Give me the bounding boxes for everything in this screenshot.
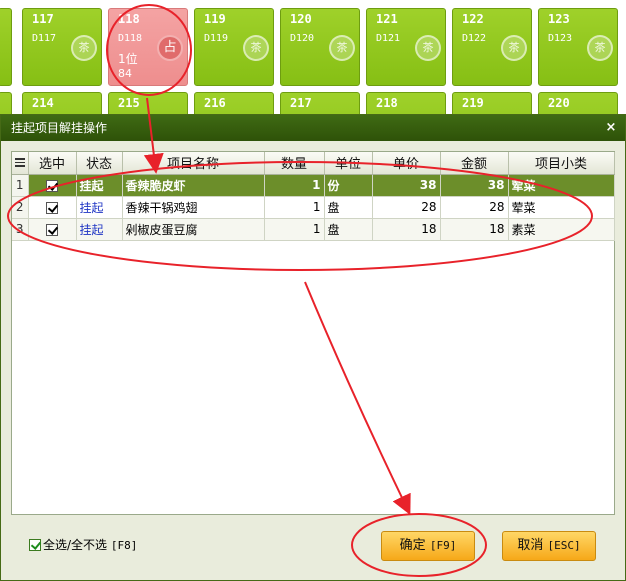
- table-code: D121: [376, 33, 401, 44]
- row-number: 1: [12, 174, 29, 197]
- table-number: 216: [204, 96, 226, 110]
- items-grid: 选中 状态 项目名称 数量 单位 单价 金额 项目小类 1 挂起 香辣脆皮虾 1: [11, 151, 615, 515]
- table-tile-120[interactable]: 120 D120 茶: [280, 8, 360, 86]
- cancel-button[interactable]: 取消 [ESC]: [502, 531, 596, 561]
- grid-header-row: 选中 状态 项目名称 数量 单位 单价 金额 项目小类: [12, 152, 615, 175]
- table-tile-partial[interactable]: [0, 8, 12, 86]
- table-number: 121: [376, 12, 398, 26]
- table-tile-117[interactable]: 117 D117 茶: [22, 8, 102, 86]
- row-number: 3: [12, 218, 29, 241]
- table-tile-123[interactable]: 123 D123 茶: [538, 8, 618, 86]
- table-tile-122[interactable]: 122 D122 茶: [452, 8, 532, 86]
- row-item-name: 剁椒皮蛋豆腐: [122, 218, 265, 241]
- table-number: 219: [462, 96, 484, 110]
- check-icon: [46, 179, 58, 192]
- table-code: D120: [290, 33, 315, 44]
- table-number: 217: [290, 96, 312, 110]
- table-number: 122: [462, 12, 484, 26]
- confirm-label: 确定: [399, 538, 426, 553]
- row-unit-price: 28: [372, 196, 441, 219]
- column-header-selected[interactable]: 选中: [28, 152, 77, 175]
- row-status: 挂起: [76, 196, 123, 219]
- table-code: D117: [32, 33, 57, 44]
- row-unit-price: 38: [372, 174, 441, 197]
- row-unit: 份: [324, 174, 373, 197]
- column-header-unit[interactable]: 单位: [324, 152, 373, 175]
- row-checkbox[interactable]: [28, 174, 77, 197]
- column-header-unit-price[interactable]: 单价: [372, 152, 441, 175]
- row-quantity: 1: [264, 196, 325, 219]
- cancel-label: 取消: [517, 538, 544, 553]
- table-guest-count: 84: [118, 67, 132, 80]
- row-number: 2: [12, 196, 29, 219]
- dialog-titlebar[interactable]: 挂起项目解挂操作 ×: [1, 115, 625, 141]
- row-unit-price: 18: [372, 218, 441, 241]
- table-number: 214: [32, 96, 54, 110]
- tea-logo-icon: 茶: [501, 35, 527, 61]
- column-header-amount[interactable]: 金额: [440, 152, 509, 175]
- table-capacity: 1位: [118, 52, 138, 66]
- table-tiles-row-1: 117 D117 茶 118 D118 1位 84 占 119 D119 茶 1…: [0, 8, 626, 86]
- table-row[interactable]: 1 挂起 香辣脆皮虾 1 份 38 38 荤菜: [12, 174, 615, 197]
- row-quantity: 1: [264, 218, 325, 241]
- column-header-item-name[interactable]: 项目名称: [122, 152, 265, 175]
- confirm-button[interactable]: 确定 [F9]: [381, 531, 475, 561]
- check-icon: [46, 201, 58, 214]
- tea-logo-icon: 茶: [243, 35, 269, 61]
- dialog-title: 挂起项目解挂操作: [11, 121, 108, 135]
- row-item-name: 香辣干锅鸡翅: [122, 196, 265, 219]
- row-number-header[interactable]: [12, 152, 29, 175]
- table-code: D123: [548, 33, 573, 44]
- row-amount: 38: [440, 174, 509, 197]
- close-icon[interactable]: ×: [603, 115, 619, 141]
- row-checkbox[interactable]: [28, 218, 77, 241]
- select-all-label: 全选/全不选: [43, 538, 108, 552]
- table-code: D118: [118, 33, 143, 44]
- row-category: 荤菜: [508, 196, 615, 219]
- row-unit: 盘: [324, 218, 373, 241]
- row-checkbox[interactable]: [28, 196, 77, 219]
- row-status: 挂起: [76, 174, 123, 197]
- row-category: 素菜: [508, 218, 615, 241]
- check-icon: [46, 223, 58, 236]
- select-all-shortcut: [F8]: [110, 539, 138, 552]
- table-row[interactable]: 2 挂起 香辣干锅鸡翅 1 盘 28 28 荤菜: [12, 196, 615, 219]
- tea-logo-icon: 茶: [415, 35, 441, 61]
- table-tile-119[interactable]: 119 D119 茶: [194, 8, 274, 86]
- check-icon: [29, 539, 41, 551]
- occupied-badge-icon: 占: [157, 35, 183, 61]
- row-status: 挂起: [76, 218, 123, 241]
- tea-logo-icon: 茶: [587, 35, 613, 61]
- tea-logo-icon: 茶: [71, 35, 97, 61]
- table-number: 120: [290, 12, 312, 26]
- cancel-shortcut: [ESC]: [547, 539, 581, 552]
- table-tile-121[interactable]: 121 D121 茶: [366, 8, 446, 86]
- confirm-shortcut: [F9]: [429, 539, 457, 552]
- list-icon: [14, 158, 25, 168]
- row-category: 荤菜: [508, 174, 615, 197]
- column-header-category[interactable]: 项目小类: [508, 152, 615, 175]
- table-number: 117: [32, 12, 54, 26]
- row-item-name: 香辣脆皮虾: [122, 174, 265, 197]
- row-amount: 18: [440, 218, 509, 241]
- tea-logo-icon: 茶: [329, 35, 355, 61]
- row-unit: 盘: [324, 196, 373, 219]
- row-amount: 28: [440, 196, 509, 219]
- table-number: 215: [118, 96, 140, 110]
- table-number: 123: [548, 12, 570, 26]
- table-tile-118[interactable]: 118 D118 1位 84 占: [108, 8, 188, 86]
- row-quantity: 1: [264, 174, 325, 197]
- table-code: D119: [204, 33, 229, 44]
- table-row[interactable]: 3 挂起 剁椒皮蛋豆腐 1 盘 18 18 素菜: [12, 218, 615, 241]
- column-header-status[interactable]: 状态: [76, 152, 123, 175]
- select-all-checkbox[interactable]: 全选/全不选 [F8]: [29, 537, 137, 553]
- resume-items-dialog: 挂起项目解挂操作 × 选中 状态 项目名称 数量 单位 单价 金额 项目小类 1…: [0, 114, 626, 581]
- table-number: 119: [204, 12, 226, 26]
- table-number: 118: [118, 12, 140, 26]
- table-code: D122: [462, 33, 487, 44]
- table-number: 220: [548, 96, 570, 110]
- table-number: 218: [376, 96, 398, 110]
- column-header-quantity[interactable]: 数量: [264, 152, 325, 175]
